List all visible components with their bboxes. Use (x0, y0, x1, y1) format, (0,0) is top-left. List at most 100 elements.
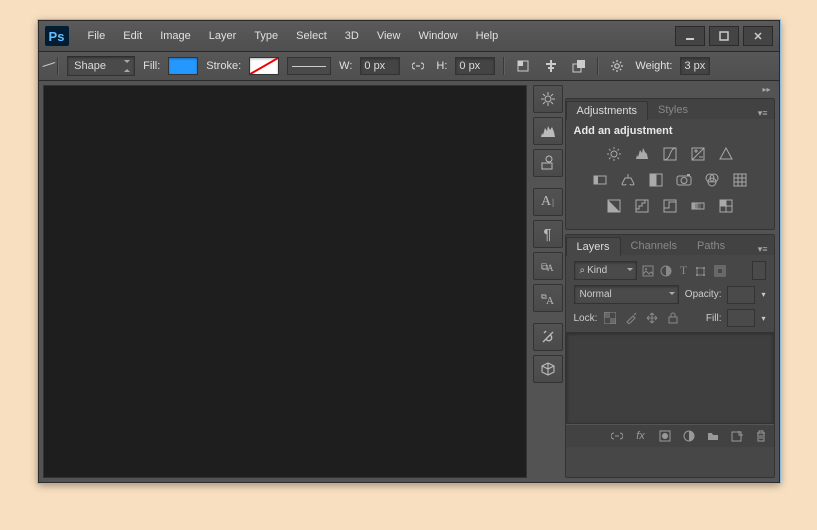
width-label: W: (339, 60, 352, 72)
invert-icon[interactable] (605, 197, 623, 215)
close-button[interactable] (743, 26, 773, 46)
menu-3d[interactable]: 3D (336, 26, 368, 46)
gradientmap-icon[interactable] (689, 197, 707, 215)
blend-mode-dropdown[interactable]: Normal (574, 285, 679, 304)
selectivecolor-icon[interactable] (717, 197, 735, 215)
colorlookup-icon[interactable] (731, 171, 749, 189)
menu-window[interactable]: Window (409, 26, 466, 46)
filter-adjustment-icon[interactable] (659, 264, 673, 278)
app-window: Ps File Edit Image Layer Type Select 3D … (38, 20, 780, 483)
new-adjustment-icon[interactable] (682, 429, 696, 443)
panel-header: Layers Channels Paths ▾≡ (566, 235, 774, 255)
stroke-width-preview[interactable] (287, 57, 331, 75)
panel-header: Adjustments Styles ▾≡ (566, 99, 774, 119)
dock-histogram-icon[interactable] (533, 117, 563, 145)
filter-pixel-icon[interactable] (641, 264, 655, 278)
stroke-swatch[interactable] (249, 57, 279, 75)
canvas-area[interactable] (43, 85, 527, 478)
svg-text:A: A (547, 263, 554, 273)
opacity-input[interactable] (727, 286, 755, 304)
menu-file[interactable]: File (79, 26, 115, 46)
filter-smart-icon[interactable] (713, 264, 727, 278)
lock-all-icon[interactable] (666, 311, 680, 325)
brightness-icon[interactable] (605, 145, 623, 163)
tab-adjustments[interactable]: Adjustments (566, 101, 649, 120)
bw-icon[interactable] (647, 171, 665, 189)
photofilter-icon[interactable] (675, 171, 693, 189)
dock-character-icon[interactable]: A| (533, 188, 563, 216)
tab-paths[interactable]: Paths (687, 237, 735, 255)
menu-type[interactable]: Type (245, 26, 287, 46)
lock-transparency-icon[interactable] (603, 311, 617, 325)
weight-label: Weight: (635, 60, 672, 72)
tab-channels[interactable]: Channels (621, 237, 687, 255)
adjustments-body: Add an adjustment (566, 119, 774, 229)
channelmixer-icon[interactable] (703, 171, 721, 189)
panels-area: ▸▸ Adjustments Styles ▾≡ Add an adjustme… (565, 81, 779, 482)
dock-3d-icon[interactable] (533, 355, 563, 383)
weight-input[interactable]: 3 px (680, 57, 710, 75)
levels-icon[interactable] (633, 145, 651, 163)
panel-menu-icon[interactable]: ▾≡ (752, 108, 774, 119)
exposure-icon[interactable] (689, 145, 707, 163)
link-wh-icon[interactable] (408, 57, 428, 75)
layer-mask-icon[interactable] (658, 429, 672, 443)
height-input[interactable]: 0 px (455, 57, 495, 75)
vibrance-icon[interactable] (717, 145, 735, 163)
filter-shape-icon[interactable] (695, 264, 709, 278)
arrange-icon[interactable] (569, 57, 589, 75)
tab-layers[interactable]: Layers (566, 237, 621, 256)
fill-label: Fill: (706, 313, 722, 324)
lock-label: Lock: (574, 313, 598, 324)
menu-image[interactable]: Image (151, 26, 200, 46)
delete-layer-icon[interactable] (754, 429, 768, 443)
path-ops-icon[interactable] (513, 57, 533, 75)
menu-select[interactable]: Select (287, 26, 336, 46)
width-input[interactable]: 0 px (360, 57, 400, 75)
posterize-icon[interactable] (633, 197, 651, 215)
shape-mode-dropdown[interactable]: Shape (67, 56, 135, 76)
panel-menu-icon[interactable]: ▾≡ (752, 244, 774, 255)
dock-parastyles-icon[interactable]: ⧉A (533, 284, 563, 312)
fill-label: Fill: (143, 60, 160, 72)
dock-column: A| ¶ ⧉A ⧉A (531, 81, 565, 482)
adjustments-panel: Adjustments Styles ▾≡ Add an adjustment (565, 98, 775, 230)
filter-toggle[interactable] (752, 261, 766, 280)
lock-position-icon[interactable] (645, 311, 659, 325)
layer-fx-icon[interactable]: fx (634, 429, 648, 443)
filter-type-icon[interactable]: T (677, 264, 691, 278)
minimize-button[interactable] (675, 26, 705, 46)
dock-charstyles-icon[interactable]: ⧉A (533, 252, 563, 280)
link-layers-icon[interactable] (610, 429, 624, 443)
curves-icon[interactable] (661, 145, 679, 163)
svg-text:A: A (546, 295, 554, 306)
dock-info-icon[interactable] (533, 149, 563, 177)
new-group-icon[interactable] (706, 429, 720, 443)
height-label: H: (436, 60, 447, 72)
menu-help[interactable]: Help (467, 26, 508, 46)
threshold-icon[interactable] (661, 197, 679, 215)
opacity-label: Opacity: (685, 289, 722, 300)
colorbalance-icon[interactable] (619, 171, 637, 189)
fill-swatch[interactable] (168, 57, 198, 75)
tab-styles[interactable]: Styles (648, 101, 698, 119)
lock-pixels-icon[interactable] (624, 311, 638, 325)
new-layer-icon[interactable] (730, 429, 744, 443)
menu-layer[interactable]: Layer (200, 26, 246, 46)
menu-bar: File Edit Image Layer Type Select 3D Vie… (79, 26, 508, 46)
menu-edit[interactable]: Edit (114, 26, 151, 46)
menu-view[interactable]: View (368, 26, 410, 46)
dock-navigator-icon[interactable] (533, 85, 563, 113)
titlebar: Ps File Edit Image Layer Type Select 3D … (39, 21, 779, 52)
layers-body: ⌕Kind T Normal Opacity: ▾ (566, 255, 774, 477)
dock-paragraph-icon[interactable]: ¶ (533, 220, 563, 248)
collapse-arrow[interactable]: ▸▸ (565, 85, 775, 94)
align-icon[interactable] (541, 57, 561, 75)
gear-icon[interactable] (607, 57, 627, 75)
maximize-button[interactable] (709, 26, 739, 46)
layers-list[interactable] (566, 332, 774, 424)
filter-kind-dropdown[interactable]: ⌕Kind (574, 261, 637, 280)
fill-input[interactable] (727, 309, 755, 327)
hue-icon[interactable] (591, 171, 609, 189)
dock-tools-icon[interactable] (533, 323, 563, 351)
